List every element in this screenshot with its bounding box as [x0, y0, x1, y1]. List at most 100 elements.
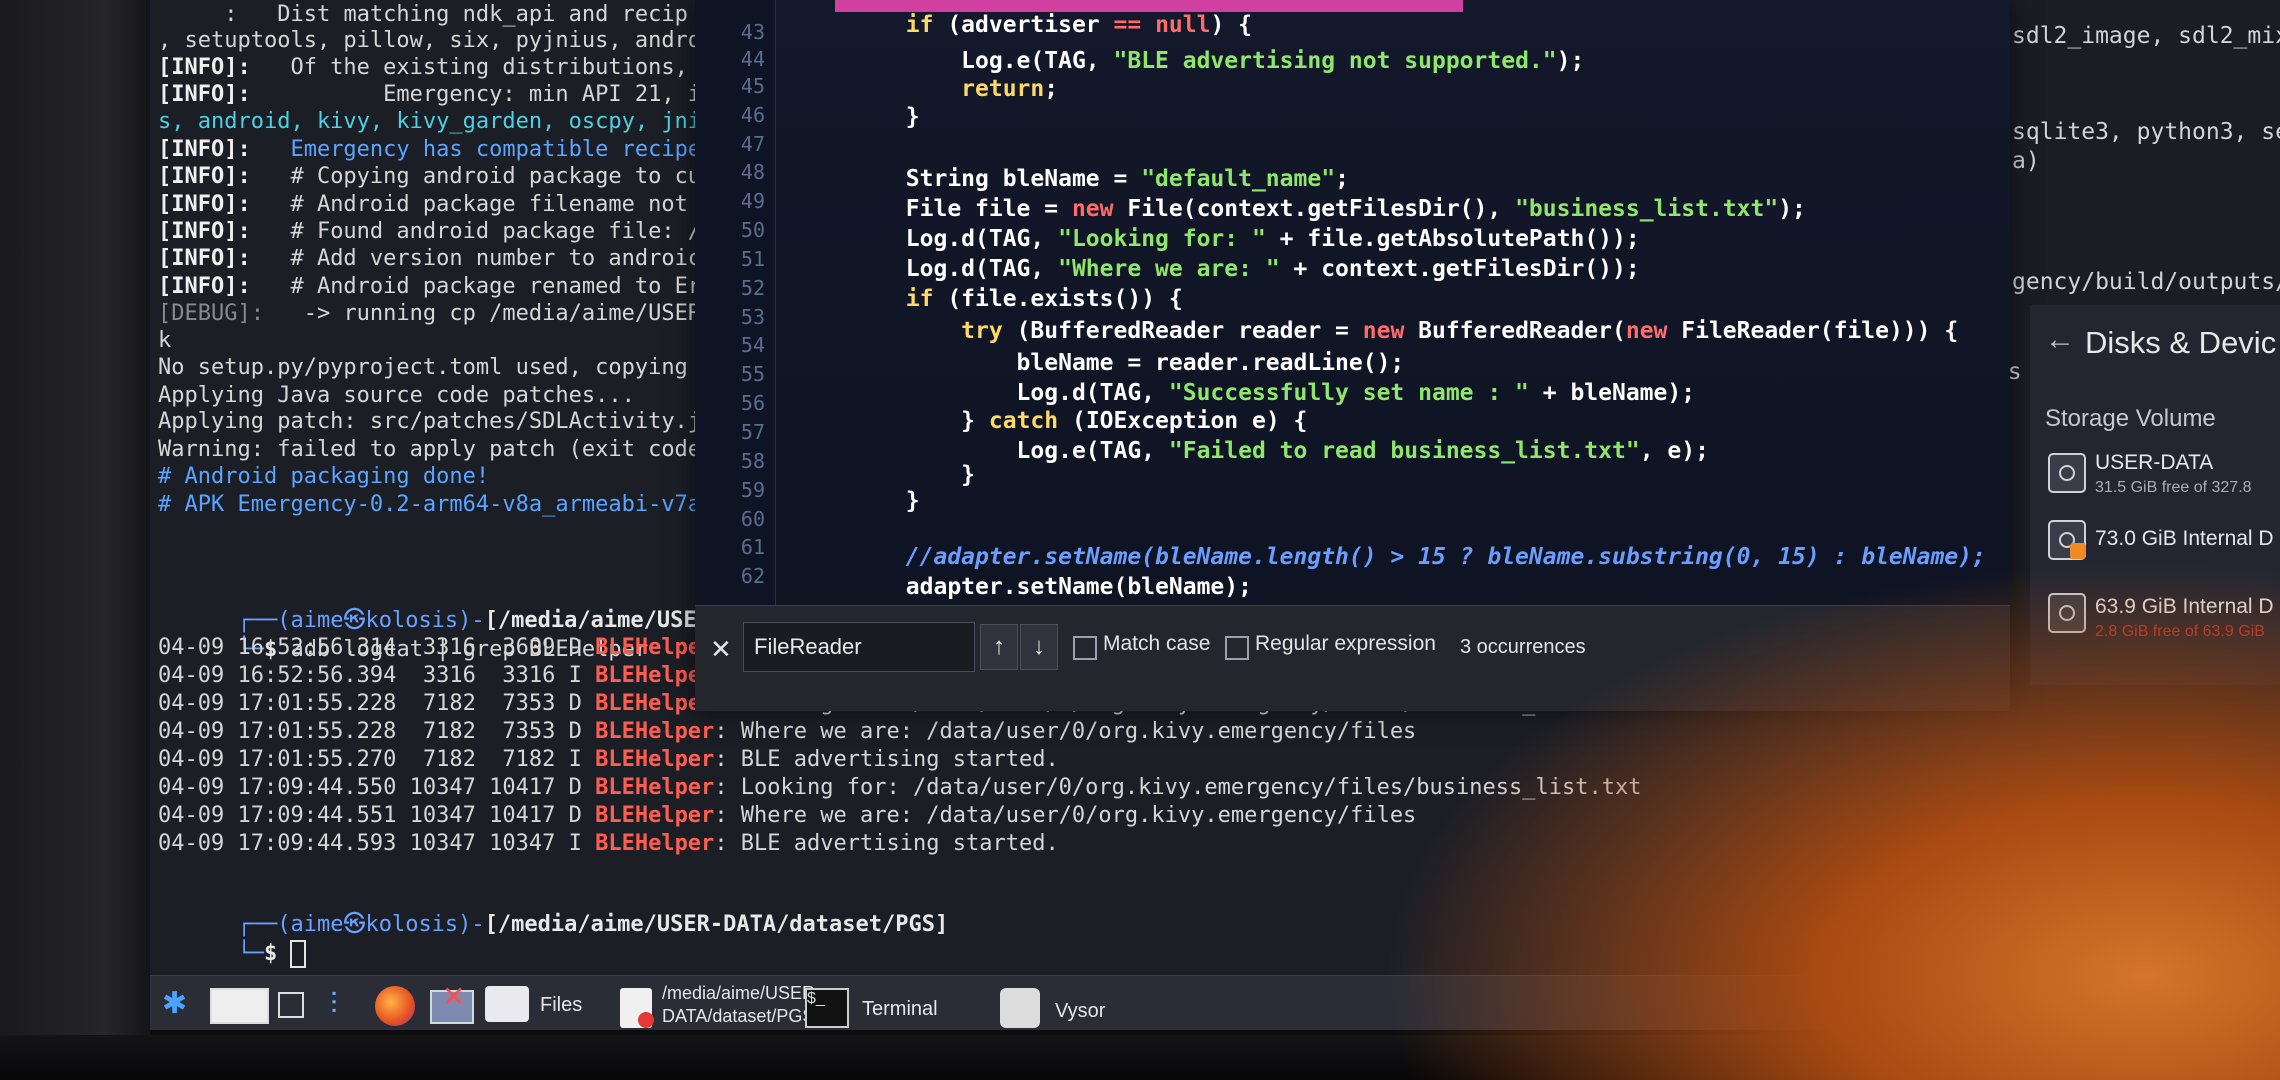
show-desktop-icon[interactable]	[278, 992, 304, 1018]
logcat-tag: BLEHelper	[595, 831, 715, 856]
files-folder-icon[interactable]	[485, 986, 529, 1022]
regex-checkbox[interactable]	[1225, 636, 1249, 660]
terminal-line-prefix: # Android packaging done!	[158, 464, 490, 489]
terminal-line-prefix: [INFO]:	[158, 246, 251, 271]
terminal-line-prefix: Warning: failed to apply patch (exit cod…	[158, 437, 702, 462]
code-editor-window[interactable]: 43 44 45 46 47 48 49 50 51 52 53 54 55 56 57 58 59 60 61 62…	[695, 0, 2010, 711]
arrow-down-icon[interactable]: ↓	[1020, 624, 1058, 670]
prompt-user-2: (aime㉿kolosis)-	[277, 911, 485, 937]
terminal-line: [DEBUG]: -> running cp /media/aime/USER-	[158, 299, 714, 329]
line-number: 59	[740, 477, 765, 502]
terminal-line-text: -> running cp /media/aime/USER-	[263, 301, 715, 326]
kde-menu-icon[interactable]: ✱	[162, 986, 187, 1021]
line-number: 43	[740, 20, 765, 45]
terminal-fragment-c: a)	[2012, 148, 2040, 174]
logcat-line: 04-09 17:01:55.228 7182 7353 D BLEHelper…	[158, 717, 1416, 747]
back-arrow-icon[interactable]: ←	[2045, 323, 2075, 357]
code-area[interactable]: if (advertiser == null) { Log.e(TAG, "BL…	[795, 0, 1986, 605]
match-case-label: Match case	[1103, 632, 1211, 655]
volume-name[interactable]: 73.0 GiB Internal D	[2095, 527, 2274, 551]
terminal-icon[interactable]: $_	[805, 988, 849, 1028]
terminal-line: s, android, kivy, kivy_garden, oscpy, jn…	[158, 107, 714, 137]
logcat-msg: : Where we are: /data/user/0/org.kivy.em…	[714, 803, 1417, 828]
code-line: Log.d(TAG, "Successfully set name : " + …	[795, 380, 1696, 406]
terminal-line-text: # Android package filename not	[250, 192, 688, 217]
logcat-tag: BLEHelper	[595, 775, 715, 800]
find-bar: ✕ FileReader ↑ ↓ Match case Regular expr…	[695, 605, 2010, 711]
line-number: 45	[740, 73, 765, 98]
terminal-line: , setuptools, pillow, six, pyjnius, andr…	[158, 26, 714, 56]
terminal-fragment-d: gency/build/outputs/ap	[2012, 269, 2280, 295]
find-input[interactable]: FileReader	[743, 622, 975, 672]
terminal-line-prefix: [INFO]:	[158, 55, 251, 80]
code-line: return;	[961, 76, 1059, 102]
logcat-msg: : Looking for: /data/user/0/org.kivy.eme…	[714, 775, 1642, 800]
line-number: 60	[740, 506, 765, 531]
terminal-line-prefix: :	[158, 2, 278, 27]
terminal-line-text: Emergency: min API 21, inc	[250, 82, 728, 107]
terminal-line-prefix: k	[158, 328, 172, 353]
code-line: //adapter.setName(bleName.length() > 15 …	[905, 544, 1986, 570]
files-task-label[interactable]: Files	[540, 994, 582, 1017]
logcat-msg: : BLE advertising started.	[714, 831, 1059, 856]
code-line: Log.e(TAG, "BLE advertising not supporte…	[795, 48, 1585, 74]
code-line: if (file.exists()) {	[905, 286, 1183, 312]
warning-icon	[2070, 543, 2086, 559]
terminal-line-text: Emergency has compatible recipe	[250, 137, 702, 162]
volume-name[interactable]: USER-DATA	[2095, 451, 2213, 475]
close-icon[interactable]: ✕	[710, 634, 732, 665]
logcat-msg: : BLE advertising started.	[714, 747, 1059, 772]
line-number: 51	[740, 246, 765, 271]
code-line: bleName = reader.readLine();	[795, 350, 1405, 376]
terminal-line: [INFO]: # Add version number to androic	[158, 244, 701, 274]
terminal-fragment-b: sqlite3, python3, se	[2012, 119, 2280, 145]
terminal-task-label[interactable]: Terminal	[862, 998, 938, 1021]
logcat-pre: 04-09 17:09:44.550 10347 10417 D	[158, 775, 596, 800]
drive-icon	[2048, 593, 2086, 633]
logcat-line: 04-09 17:09:44.550 10347 10417 D BLEHelp…	[158, 773, 1641, 803]
terminal-line: [INFO]: # Android package filename not	[158, 190, 688, 220]
terminal-line-prefix: [INFO]:	[158, 164, 251, 189]
terminal-line: Warning: failed to apply patch (exit cod…	[158, 435, 701, 465]
code-line: Log.d(TAG, "Looking for: " + file.getAbs…	[795, 226, 1640, 252]
vysor-task-label[interactable]: Vysor	[1055, 1000, 1105, 1023]
code-line: if (advertiser == null) {	[905, 12, 1252, 38]
logcat-pre: 04-09 16:52:56.394 3316 3316 I	[158, 663, 596, 688]
terminal-fragment-a: sdl2_image, sdl2_mix	[2012, 23, 2280, 49]
terminal-line-prefix: Applying patch: src/patches/SDLActivity.…	[158, 409, 715, 434]
pager-icon[interactable]	[210, 988, 269, 1024]
line-number: 47	[740, 131, 765, 156]
terminal-line: [INFO]: # Copying android package to cu	[158, 162, 701, 192]
terminal-line-text: Dist matching ndk_api and recip	[277, 2, 688, 27]
terminal-line-prefix: s, android, kivy, kivy_garden, oscpy, jn…	[158, 109, 715, 134]
logcat-pre: 04-09 17:01:55.228 7182 7353 D	[158, 719, 596, 744]
logcat-line: 04-09 17:09:44.593 10347 10347 I BLEHelp…	[158, 829, 1059, 859]
terminal-line-prefix: , setuptools, pillow, six, pyjnius, andr…	[158, 28, 715, 53]
vysor-icon[interactable]	[1000, 988, 1040, 1028]
logcat-pre: 04-09 16:52:56.314 3316 3609 D	[158, 635, 596, 660]
code-line: try (BufferedReader reader = new Buffere…	[961, 318, 1959, 344]
line-number: 53	[740, 304, 765, 329]
terminal-line: [INFO]: # Android package renamed to Er	[158, 272, 701, 302]
terminal-line: # APK Emergency-0.2-arm64-v8a_armeabi-v7…	[158, 490, 714, 520]
line-number: 44	[740, 47, 765, 72]
terminal-cursor	[290, 939, 307, 968]
code-line: }	[795, 104, 920, 130]
line-number: 50	[740, 218, 765, 243]
match-case-checkbox[interactable]	[1073, 636, 1097, 660]
regex-label: Regular expression	[1255, 632, 1436, 655]
volume-name[interactable]: 63.9 GiB Internal D	[2095, 595, 2274, 619]
taskbar: ✱ ⫶ ✕ Files /media/aime/USER- DATA/datas…	[150, 975, 2280, 1030]
logcat-pre: 04-09 17:01:55.270 7182 7182 I	[158, 747, 596, 772]
logcat-tag: BLEHelper	[595, 719, 715, 744]
line-number: 61	[740, 535, 765, 560]
settings-sliders-icon[interactable]: ⫶	[330, 988, 338, 1022]
terminal-line-prefix: [INFO]:	[158, 82, 251, 107]
firefox-icon[interactable]	[375, 986, 415, 1026]
terminal-line-prefix: [INFO]:	[158, 192, 251, 217]
logcat-line: 04-09 17:01:55.270 7182 7182 I BLEHelper…	[158, 745, 1059, 775]
path-task-label-1[interactable]: /media/aime/USER-	[662, 982, 821, 1005]
arrow-up-icon[interactable]: ↑	[980, 624, 1018, 670]
terminal-line-prefix: [DEBUG]:	[158, 301, 264, 326]
code-line: Log.e(TAG, "Failed to read business_list…	[795, 438, 1709, 464]
